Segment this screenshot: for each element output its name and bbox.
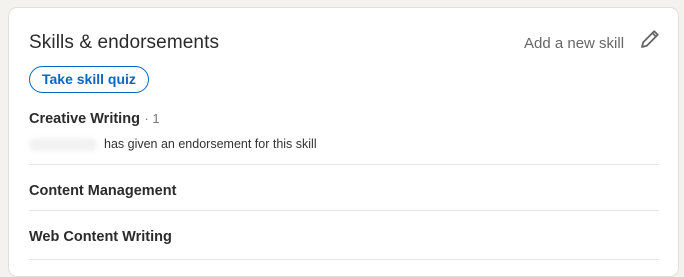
skill-item: Content Management	[29, 182, 659, 200]
section-title: Skills & endorsements	[29, 32, 220, 53]
skill-name[interactable]: Creative Writing	[29, 111, 140, 127]
endorser-name-redacted	[29, 138, 97, 151]
skill-item: Creative Writing · 1 has given an endors…	[29, 110, 659, 160]
divider	[29, 210, 659, 211]
divider	[29, 259, 659, 260]
pencil-icon	[641, 30, 659, 48]
skills-card: Skills & endorsements Add a new skill Ta…	[8, 7, 679, 277]
take-skill-quiz-button[interactable]: Take skill quiz	[29, 66, 149, 93]
endorsement-text: has given an endorsement for this skill	[104, 137, 317, 151]
add-skill-link[interactable]: Add a new skill	[524, 35, 624, 52]
skill-name[interactable]: Content Management	[29, 183, 176, 199]
skill-item: Web Content Writing	[29, 228, 659, 246]
skill-name[interactable]: Web Content Writing	[29, 229, 172, 245]
divider	[29, 164, 659, 165]
endorsement-summary: has given an endorsement for this skill	[29, 135, 429, 155]
edit-button[interactable]	[638, 27, 662, 51]
endorsement-count[interactable]: · 1	[144, 111, 159, 126]
